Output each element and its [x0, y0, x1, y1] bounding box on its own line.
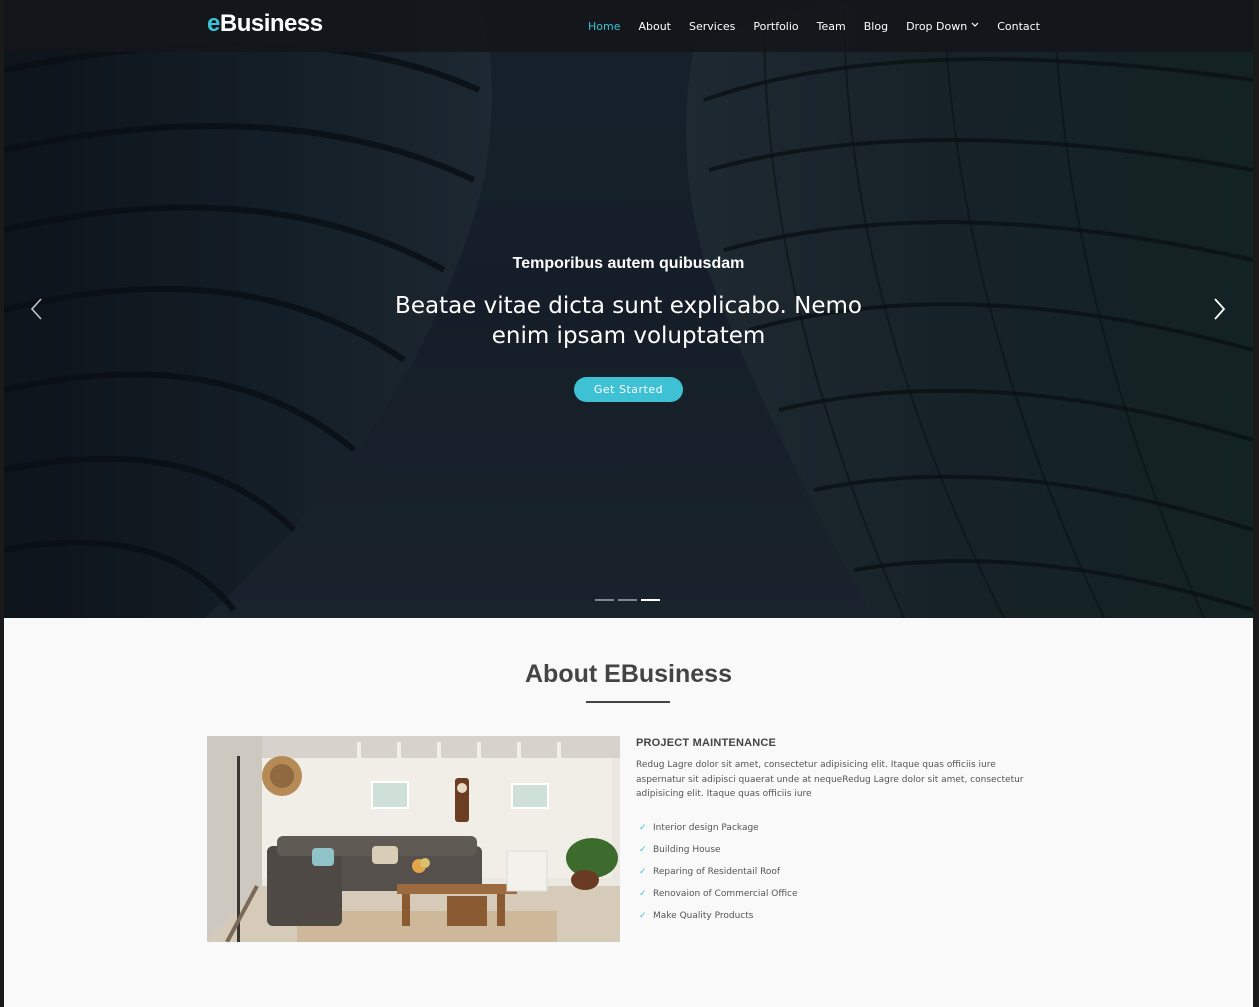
- nav-item-blog[interactable]: Blog: [855, 20, 897, 33]
- list-item: ✓ Interior design Package: [636, 817, 1041, 839]
- check-icon: ✓: [639, 844, 647, 855]
- list-item: ✓ Building House: [636, 839, 1041, 861]
- carousel-indicator-1[interactable]: [595, 599, 614, 601]
- list-item: ✓ Make Quality Products: [636, 905, 1041, 927]
- about-section-title: About EBusiness: [525, 660, 732, 688]
- check-icon: ✓: [639, 888, 647, 899]
- carousel-indicators: [595, 599, 660, 601]
- feature-label: Interior design Package: [653, 822, 759, 833]
- page: Temporibus autem quibusdam Beatae vitae …: [4, 0, 1253, 1007]
- about-text-block: PROJECT MAINTENANCE Redug Lagre dolor si…: [636, 737, 1041, 927]
- check-icon: ✓: [639, 866, 647, 877]
- check-icon: ✓: [639, 910, 647, 921]
- about-paragraph: Redug Lagre dolor sit amet, consectetur …: [636, 760, 1024, 799]
- check-icon: ✓: [639, 822, 647, 833]
- nav-item-services[interactable]: Services: [680, 20, 744, 33]
- hero-caption: Temporibus autem quibusdam Beatae vitae …: [4, 255, 1253, 402]
- hero-subtitle: Temporibus autem quibusdam: [512, 255, 745, 272]
- about-heading: PROJECT MAINTENANCE: [636, 737, 777, 749]
- carousel-indicator-2[interactable]: [618, 599, 637, 601]
- brand-logo[interactable]: eBusiness: [207, 10, 323, 38]
- navbar: eBusiness Home About Services Portfolio …: [4, 0, 1253, 52]
- list-item: ✓ Renovaion of Commercial Office: [636, 883, 1041, 905]
- nav-item-portfolio[interactable]: Portfolio: [744, 20, 807, 33]
- nav-menu: Home About Services Portfolio Team Blog …: [579, 0, 1049, 52]
- feature-label: Reparing of Residentail Roof: [653, 866, 781, 877]
- feature-label: Renovaion of Commercial Office: [653, 888, 798, 899]
- nav-item-drop-down-label: Drop Down: [906, 19, 968, 33]
- brand-name: Business: [219, 10, 323, 37]
- feature-list: ✓ Interior design Package ✓ Building House…: [636, 817, 1041, 927]
- section-divider: [586, 701, 670, 703]
- list-item: ✓ Reparing of Residentail Roof: [636, 861, 1041, 883]
- nav-item-about[interactable]: About: [629, 20, 680, 33]
- nav-item-team[interactable]: Team: [808, 20, 855, 33]
- nav-item-drop-down[interactable]: Drop Down: [897, 20, 988, 33]
- chevron-down-icon: [971, 22, 979, 27]
- feature-label: Make Quality Products: [653, 910, 754, 921]
- feature-label: Building House: [653, 844, 721, 855]
- hero-slider: Temporibus autem quibusdam Beatae vitae …: [4, 0, 1253, 618]
- about-image-living-room: [207, 736, 620, 942]
- brand-prefix: e: [207, 10, 220, 37]
- nav-item-home[interactable]: Home: [579, 20, 629, 33]
- hero-title: Beatae vitae dicta sunt explicabo. Nemo …: [395, 293, 862, 349]
- nav-item-contact[interactable]: Contact: [988, 20, 1049, 33]
- get-started-button[interactable]: Get Started: [573, 377, 684, 402]
- carousel-indicator-3[interactable]: [641, 599, 660, 601]
